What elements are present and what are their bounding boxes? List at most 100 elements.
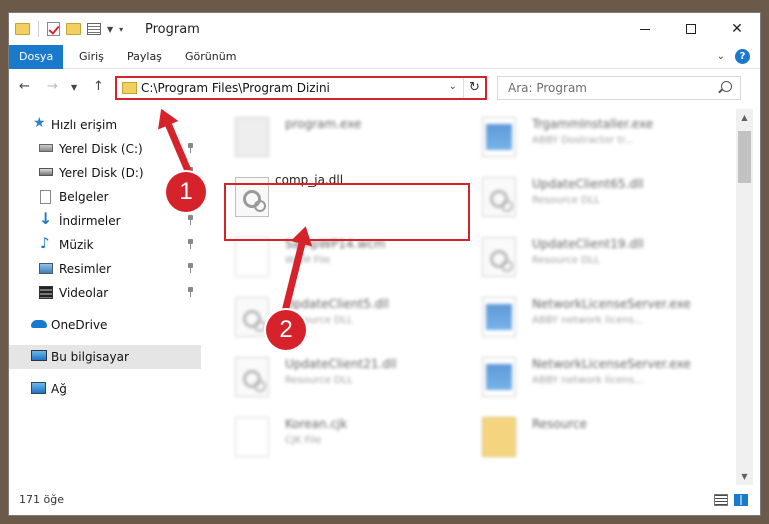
- tab-gorunum[interactable]: Görünüm: [175, 45, 246, 69]
- application-icon: [482, 117, 516, 157]
- minimize-button[interactable]: [622, 13, 668, 45]
- file-name: program.exe: [285, 117, 362, 131]
- large-icons-view-icon[interactable]: [734, 494, 748, 506]
- folder-icon: [15, 23, 30, 35]
- file-type: WCM File: [285, 255, 331, 266]
- sidebar-item-indirmeler[interactable]: ↓ İndirmeler: [9, 209, 201, 233]
- scroll-thumb[interactable]: [738, 131, 751, 183]
- file-item[interactable]: Resource: [476, 411, 726, 463]
- folder-icon: [482, 417, 516, 457]
- chevron-down-icon[interactable]: ⌄: [449, 81, 457, 92]
- folder-icon: [122, 82, 137, 94]
- drive-icon: [39, 168, 53, 176]
- file-type: Resource DLL: [532, 195, 600, 206]
- new-folder-icon[interactable]: [66, 23, 81, 35]
- window-title: Program: [145, 22, 200, 37]
- chevron-down-icon[interactable]: ▼: [107, 25, 113, 34]
- file-item[interactable]: program.exe: [229, 111, 479, 163]
- maximize-button[interactable]: [668, 13, 714, 45]
- sidebar-item-ag[interactable]: Ağ: [9, 377, 201, 401]
- tab-paylas[interactable]: Paylaş: [117, 45, 172, 69]
- forward-arrow-icon[interactable]: →: [47, 79, 58, 94]
- properties-check-icon[interactable]: [47, 22, 60, 36]
- file-item[interactable]: TrgammInstaller.exe ABBY Dostractor tr..…: [476, 111, 726, 163]
- dll-gear-icon: [235, 297, 269, 337]
- scroll-down-icon[interactable]: ▼: [736, 468, 753, 485]
- sidebar-item-bu-bilgisayar[interactable]: Bu bilgisayar: [9, 345, 201, 369]
- file-type: CJK File: [285, 435, 322, 446]
- scroll-up-icon[interactable]: ▲: [736, 109, 753, 126]
- close-button[interactable]: ✕: [714, 13, 760, 45]
- document-icon: [235, 417, 269, 457]
- up-arrow-icon[interactable]: ↑: [93, 79, 104, 94]
- music-icon: ♪: [40, 234, 50, 252]
- file-item[interactable]: NetworkLicenseServer.exe ABBY network li…: [476, 351, 726, 403]
- address-bar[interactable]: C:\Program Files\Program Dizini ⌄ ↻: [115, 76, 487, 100]
- dll-gear-icon: [482, 237, 516, 277]
- sidebar-item-label: Bu bilgisayar: [51, 350, 129, 364]
- dll-gear-icon: [235, 357, 269, 397]
- sidebar-item-muzik[interactable]: ♪ Müzik: [9, 233, 201, 257]
- expand-ribbon-icon[interactable]: ⌄: [717, 51, 725, 62]
- search-icon[interactable]: [721, 81, 732, 92]
- help-button[interactable]: ?: [735, 49, 750, 64]
- address-path[interactable]: C:\Program Files\Program Dizini: [141, 81, 330, 95]
- status-bar: 171 öğe: [9, 485, 760, 515]
- videos-icon: [39, 286, 53, 299]
- documents-icon: [40, 190, 51, 204]
- vertical-scrollbar[interactable]: ▲ ▼: [736, 109, 753, 485]
- recent-locations-icon[interactable]: ▼: [71, 83, 77, 92]
- title-bar: ▼ ▾ Program ✕: [9, 13, 760, 45]
- sidebar-item-onedrive[interactable]: OneDrive: [9, 313, 201, 337]
- file-item[interactable]: Korean.cjk CJK File: [229, 411, 479, 463]
- file-type: ABBY network licens...: [532, 315, 644, 326]
- search-box[interactable]: Ara: Program: [497, 76, 741, 100]
- application-icon: [482, 357, 516, 397]
- file-name: NetworkLicenseServer.exe: [532, 357, 691, 371]
- navigation-bar: ← → ▼ ↑ C:\Program Files\Program Dizini …: [9, 73, 760, 103]
- pin-icon: [187, 143, 194, 153]
- file-type: Resource DLL: [532, 255, 600, 266]
- file-name: UpdateClient65.dll: [532, 177, 644, 191]
- ribbon-controls: ⌄ ?: [717, 49, 750, 64]
- item-count: 171 öğe: [19, 493, 64, 506]
- refresh-icon[interactable]: ↻: [463, 78, 485, 98]
- sidebar-item-label: Ağ: [51, 382, 67, 396]
- sidebar-item-label: Belgeler: [59, 190, 109, 204]
- explorer-window: ▼ ▾ Program ✕ Dosya Giriş Paylaş Görünüm…: [8, 12, 761, 516]
- maximize-icon: [686, 24, 696, 34]
- file-list: program.exe TrgammInstaller.exe ABBY Dos…: [201, 109, 736, 485]
- back-arrow-icon[interactable]: ←: [19, 79, 30, 94]
- view-properties-icon[interactable]: [87, 23, 101, 35]
- step-badge-2: 2: [266, 310, 306, 350]
- file-item[interactable]: UpdateClient19.dll Resource DLL: [476, 231, 726, 283]
- file-type: ABBY network licens...: [532, 375, 644, 386]
- sidebar-item-resimler[interactable]: Resimler: [9, 257, 201, 281]
- ribbon-tabs: Dosya Giriş Paylaş Görünüm ⌄ ?: [9, 45, 760, 69]
- sidebar-item-label: İndirmeler: [59, 214, 121, 228]
- file-name: NetworkLicenseServer.exe: [532, 297, 691, 311]
- customize-toolbar-icon[interactable]: ▾: [119, 25, 123, 34]
- file-type: ABBY Dostractor tr...: [532, 135, 634, 146]
- file-item[interactable]: NetworkLicenseServer.exe ABBY network li…: [476, 291, 726, 343]
- quick-access-toolbar: ▼ ▾: [15, 21, 123, 37]
- pin-icon: [187, 215, 194, 225]
- details-view-icon[interactable]: [714, 494, 728, 506]
- close-icon: ✕: [731, 21, 743, 37]
- star-icon: ★: [33, 115, 46, 131]
- sidebar-item-label: OneDrive: [51, 318, 108, 332]
- search-input[interactable]: Ara: Program: [508, 81, 587, 95]
- sidebar-item-label: Müzik: [59, 238, 94, 252]
- file-name: TrgammInstaller.exe: [532, 117, 654, 131]
- navigation-pane: ★ Hızlı erişim Yerel Disk (C:) Yerel Dis…: [9, 109, 201, 481]
- application-icon: [482, 297, 516, 337]
- sidebar-item-videolar[interactable]: Videolar: [9, 281, 201, 305]
- file-item[interactable]: UpdateClient21.dll Resource DLL: [229, 351, 479, 403]
- pin-icon: [187, 263, 194, 273]
- exe-file-icon: [235, 117, 269, 157]
- tab-dosya[interactable]: Dosya: [9, 45, 64, 69]
- file-item[interactable]: UpdateClient65.dll Resource DLL: [476, 171, 726, 223]
- file-type: Resource DLL: [285, 375, 353, 386]
- download-icon: ↓: [39, 209, 53, 228]
- tab-giris[interactable]: Giriş: [69, 45, 114, 69]
